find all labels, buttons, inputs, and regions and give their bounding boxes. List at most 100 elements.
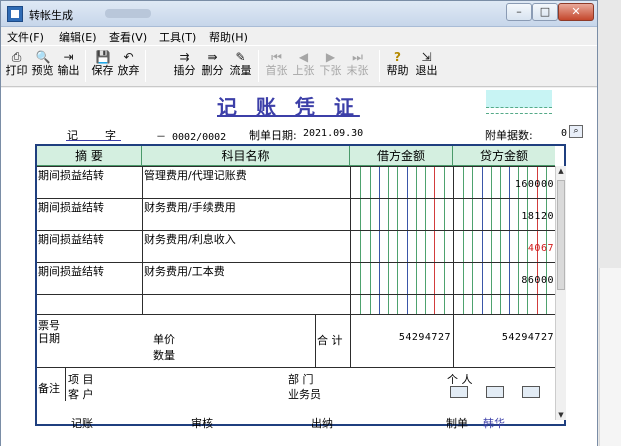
- digit-grid-line: [379, 166, 380, 314]
- title-redacted: [105, 9, 151, 18]
- help-button[interactable]: ? 帮助: [385, 48, 410, 84]
- voucher-area: 记 账 凭 证 记 字 － 0002/0002 制单日期: 2021.09.30…: [1, 88, 597, 446]
- staff-label: 业务员: [288, 388, 321, 401]
- row-line: [37, 230, 564, 231]
- digit-grid-line: [416, 166, 417, 314]
- last-icon: ⏭: [352, 50, 363, 64]
- voucher-type-underline: [66, 140, 121, 141]
- print-button[interactable]: ⎙ 打印: [4, 48, 29, 84]
- export-icon: ⇥: [63, 50, 74, 64]
- first-icon: ⏮: [271, 50, 282, 64]
- digit-grid-line: [425, 166, 426, 314]
- insert-row-button[interactable]: ⇉ 插分: [172, 48, 197, 84]
- background-panel: [599, 268, 621, 446]
- menu-help[interactable]: 帮助(H): [209, 29, 248, 45]
- row-credit-amount[interactable]: 86000: [454, 275, 554, 286]
- vertical-scrollbar[interactable]: ▲ ▼: [555, 166, 566, 420]
- summary-header: 摘 要: [37, 146, 142, 166]
- total-debit: 54294727: [398, 332, 451, 343]
- row-line: [37, 262, 564, 263]
- remark-area: 备注 项 目 客 户 部 门 业务员 个 人: [37, 368, 555, 424]
- maker-label: 制单: [446, 417, 468, 430]
- row-summary[interactable]: 期间损益结转: [38, 167, 104, 183]
- delete-row-button[interactable]: ⇛ 删分: [200, 48, 225, 84]
- menu-bar: 文件(F) 编辑(E) 查看(V) 工具(T) 帮助(H): [1, 28, 597, 44]
- digit-grid-line: [434, 166, 435, 314]
- voucher-window: 转帐生成 – □ ✕ 文件(F) 编辑(E) 查看(V) 工具(T) 帮助(H)…: [0, 0, 598, 446]
- row-line: [37, 294, 564, 295]
- department-label: 部 门: [288, 373, 314, 386]
- footer-info: 票号 日期 单价 数量 合 计 54294727 54294727: [37, 314, 564, 368]
- menu-file[interactable]: 文件(F): [7, 29, 44, 45]
- debit-grid: [351, 166, 453, 314]
- account-header: 科目名称: [142, 146, 350, 166]
- voucher-mark-field[interactable]: [486, 90, 552, 108]
- row-credit-amount[interactable]: 160000: [454, 179, 554, 190]
- delete-row-icon: ⇛: [207, 50, 218, 64]
- remark-label: 备注: [38, 382, 60, 395]
- insert-row-icon: ⇉: [179, 50, 190, 64]
- debit-header: 借方金额: [350, 146, 453, 166]
- detail-icon[interactable]: [486, 386, 504, 398]
- preview-button[interactable]: 🔍 预览: [30, 48, 55, 84]
- row-account[interactable]: 管理费用/代理记账费: [144, 167, 247, 183]
- bookkeeper-label: 记账: [71, 417, 93, 430]
- last-voucher-button[interactable]: ⏭ 末张: [345, 48, 370, 84]
- title-bar[interactable]: 转帐生成 – □ ✕: [1, 1, 597, 27]
- scroll-up-icon[interactable]: ▲: [556, 166, 566, 176]
- row-account[interactable]: 财务费用/利息收入: [144, 231, 236, 247]
- export-button[interactable]: ⇥ 输出: [56, 48, 81, 84]
- prev-voucher-button[interactable]: ◀ 上张: [291, 48, 316, 84]
- maker-name: 韩华: [483, 417, 505, 430]
- next-voucher-button[interactable]: ▶ 下张: [318, 48, 343, 84]
- cashflow-button[interactable]: ✎ 流量: [228, 48, 253, 84]
- undo-icon: ↶: [123, 50, 134, 64]
- maximize-button[interactable]: □: [532, 3, 558, 21]
- row-line: [37, 166, 564, 167]
- total-credit: 54294727: [501, 332, 554, 343]
- row-credit-amount[interactable]: 4067: [454, 243, 554, 254]
- printer-icon: ⎙: [11, 50, 22, 64]
- chart-icon[interactable]: [522, 386, 540, 398]
- help-icon: ?: [394, 50, 401, 64]
- digit-grid-line: [370, 166, 371, 314]
- digit-grid-line: [360, 166, 361, 314]
- toolbar: ⎙ 打印 🔍 预览 ⇥ 输出 💾 保存 ↶ 放弃 ⇉ 插分 ⇛ 删分 ✎ 流量 ⏮ 首张 ◀ 上张 …: [1, 45, 597, 87]
- date-value[interactable]: 2021.09.30: [303, 128, 363, 139]
- unit-price-label: 单价: [153, 333, 175, 346]
- voucher-number[interactable]: － 0002/0002: [156, 128, 226, 143]
- first-voucher-button[interactable]: ⏮ 首张: [264, 48, 289, 84]
- minimize-button[interactable]: –: [506, 3, 532, 21]
- menu-tools[interactable]: 工具(T): [159, 29, 196, 45]
- remark-divider: [65, 368, 66, 401]
- attachments-label: 附单据数:: [485, 129, 533, 142]
- card-icon[interactable]: [450, 386, 468, 398]
- discard-button[interactable]: ↶ 放弃: [116, 48, 141, 84]
- auditor-label: 审核: [191, 417, 213, 430]
- person-label: 个 人: [447, 373, 473, 386]
- column-divider: [142, 166, 143, 314]
- row-line: [37, 198, 564, 199]
- scroll-down-icon[interactable]: ▼: [556, 410, 566, 420]
- toolbar-separator: [379, 50, 380, 82]
- save-icon: 💾: [95, 50, 111, 64]
- project-label: 项 目: [68, 373, 94, 386]
- prev-icon: ◀: [298, 50, 309, 64]
- row-credit-amount[interactable]: 18120: [454, 211, 554, 222]
- close-button[interactable]: ✕: [558, 3, 594, 21]
- search-icon[interactable]: ⌕: [569, 125, 583, 138]
- menu-edit[interactable]: 编辑(E): [59, 29, 97, 45]
- row-summary[interactable]: 期间损益结转: [38, 231, 104, 247]
- attachments-value[interactable]: 0: [561, 128, 567, 139]
- row-account[interactable]: 财务费用/手续费用: [144, 199, 236, 215]
- row-account[interactable]: 财务费用/工本费: [144, 263, 225, 279]
- menu-view[interactable]: 查看(V): [109, 29, 147, 45]
- next-icon: ▶: [325, 50, 336, 64]
- row-summary[interactable]: 期间损益结转: [38, 199, 104, 215]
- exit-button[interactable]: ⇲ 退出: [414, 48, 439, 84]
- save-button[interactable]: 💾 保存: [90, 48, 115, 84]
- scroll-thumb[interactable]: [557, 180, 565, 290]
- window-title: 转帐生成: [29, 9, 73, 22]
- row-summary[interactable]: 期间损益结转: [38, 263, 104, 279]
- voucher-title: 记 账 凭 证: [217, 95, 360, 119]
